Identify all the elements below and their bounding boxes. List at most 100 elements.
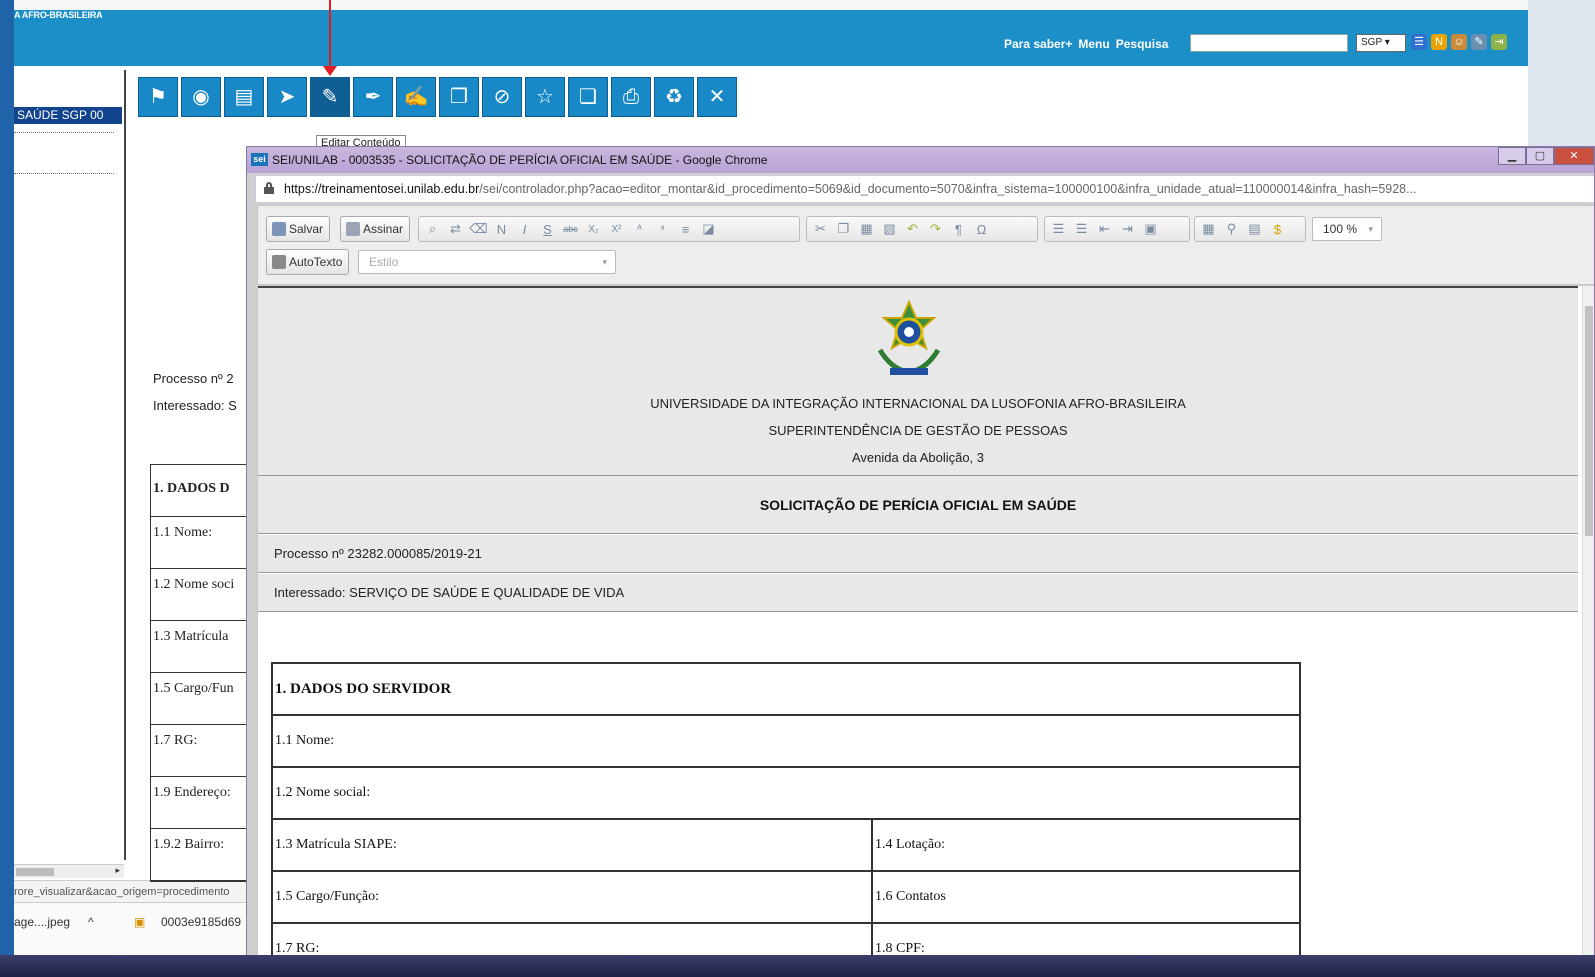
line-height-icon[interactable]: ≡ [674,222,697,237]
bg-table-row: 1.1 Nome: [151,517,260,569]
address-bar[interactable]: https://treinamentosei.unilab.edu.br/sei… [255,175,1594,203]
document-header: UNIVERSIDADE DA INTEGRAÇÃO INTERNACIONAL… [258,286,1578,476]
table-cell[interactable]: 1.3 Matrícula SIAPE: [271,818,873,872]
tools-icon[interactable]: ✎ [1471,34,1487,50]
font-size-down-icon[interactable]: ᵃ [651,224,674,235]
pen-icon[interactable]: ✒ [353,77,393,117]
copy-icon[interactable]: ❐ [832,221,855,237]
scroll-right-arrow[interactable]: ▸ [115,865,120,876]
chevron-down-icon: ▾ [602,257,607,267]
dollar-icon[interactable]: $ [1266,222,1289,237]
exclude-icon[interactable]: ✕ [697,77,737,117]
print-icon[interactable]: ⎙ [611,77,651,117]
news-icon[interactable]: N [1431,34,1447,50]
download-item[interactable]: age....jpeg [14,915,70,929]
scroll-thumb[interactable] [16,868,54,876]
autotext-label: AutoTexto [289,255,343,269]
institution-address: Avenida da Abolição, 3 [851,450,985,465]
cut-icon[interactable]: ✂ [809,221,832,237]
italic-icon[interactable]: I [513,222,536,237]
edit-content-icon[interactable]: ✎ [310,77,350,117]
user-group-icon[interactable]: ⚑ [138,77,178,117]
link-pesquisa[interactable]: Pesquisa [1116,37,1169,51]
undo-icon[interactable]: ↶ [901,221,924,237]
exit-icon[interactable]: ⇥ [1491,34,1507,50]
process-number: Processo nº 23282.000085/2019-21 [258,535,1578,573]
find-icon[interactable]: ⌕ [421,221,444,237]
list-toolbar-group: ☰ ☰ ⇤ ⇥ ▣ [1044,216,1190,242]
style-select[interactable]: Estilo ▾ [358,250,616,274]
strike-icon[interactable]: abc [559,224,582,234]
autotext-button[interactable]: AutoTexto [266,249,350,275]
panel-divider[interactable] [124,70,126,860]
table-cell[interactable]: 1.4 Lotação: [871,818,1301,872]
subscript-icon[interactable]: X₂ [582,224,605,235]
format-toolbar-group: ⌕ ⇄ ⌫ N I S abc X₂ X² ᴬ ᵃ ≡ ◪ [418,216,800,242]
bold-icon[interactable]: N [490,222,513,237]
table-cell[interactable]: 1.1 Nome: [271,714,1301,768]
paste-text-icon[interactable]: ▧ [878,221,901,237]
url-text[interactable]: https://treinamentosei.unilab.edu.br/sei… [284,182,1417,196]
sign-icon[interactable]: ✍ [396,77,436,117]
paste-icon[interactable]: ▦ [855,221,878,237]
eraser-icon[interactable]: ⌫ [467,221,490,237]
cancel-icon[interactable]: ⊘ [482,77,522,117]
link-menu[interactable]: Menu [1078,37,1109,51]
replace-icon[interactable]: ⇄ [444,221,467,237]
omega-icon[interactable]: Ω [970,222,993,237]
minimize-icon[interactable]: ▁ [1498,147,1526,165]
link-para-saber[interactable]: Para saber+ [1004,37,1072,51]
unit-tab[interactable]: SAÚDE SGP 00 [14,107,122,124]
bg-table-row: 1.2 Nome soci [151,569,260,621]
sign-button[interactable]: Assinar [340,216,411,242]
duplicate-icon[interactable]: ❏ [568,77,608,117]
header-search-input[interactable] [1190,34,1348,52]
list-icon[interactable]: ☰ [1411,34,1427,50]
copy-docs-icon[interactable]: ❐ [439,77,479,117]
table-section-header[interactable]: 1. DADOS DO SERVIDOR [271,662,1301,716]
url-host: https://treinamentosei.unilab.edu.br [284,182,480,196]
image-icon[interactable]: ▣ [1139,221,1162,237]
outdent-icon[interactable]: ⇤ [1093,221,1116,237]
document-scrollbar[interactable] [1582,286,1594,976]
table-cell[interactable]: 1.5 Cargo/Função: [271,870,873,924]
zoom-select[interactable]: 100 % ▾ [1312,217,1382,241]
font-size-up-icon[interactable]: ᴬ [628,224,651,235]
department-name: SUPERINTENDÊNCIA DE GESTÃO DE PESSOAS [768,423,1068,438]
horizontal-scrollbar[interactable]: ▸ [14,864,124,878]
link-icon[interactable]: ⚲ [1220,221,1243,237]
text-color-icon[interactable]: ◪ [697,221,720,237]
save-button[interactable]: Salvar [266,216,331,242]
maximize-icon[interactable]: ▢ [1526,147,1554,165]
document-icon[interactable]: ▤ [224,77,264,117]
chevron-up-icon[interactable]: ^ [88,915,94,929]
close-icon[interactable]: ✕ [1554,147,1594,165]
table-cell[interactable]: 1.2 Nome social: [271,766,1301,820]
pilcrow-icon[interactable]: ¶ [947,222,970,237]
interested-party: Interessado: SERVIÇO DE SAÚDE E QUALIDAD… [258,574,1578,612]
download-item[interactable]: 0003e9185d69 [161,915,241,929]
eye-icon[interactable]: ◉ [181,77,221,117]
file-icon: ▣ [134,915,146,929]
table-row: 1.2 Nome social: [271,766,1301,820]
scroll-thumb[interactable] [1585,306,1593,536]
bullet-list-icon[interactable]: ☰ [1070,221,1093,237]
table-cell[interactable]: 1.6 Contatos [871,870,1301,924]
user-icon[interactable]: ☺ [1451,34,1467,50]
new-doc-icon[interactable]: ☆ [525,77,565,117]
numbered-list-icon[interactable]: ☰ [1047,221,1070,237]
recycle-icon[interactable]: ♻ [654,77,694,117]
send-icon[interactable]: ➤ [267,77,307,117]
bg-table-row: 1. DADOS D [151,465,260,517]
underline-icon[interactable]: S [536,222,559,237]
indent-icon[interactable]: ⇥ [1116,221,1139,237]
superscript-icon[interactable]: X² [605,224,628,235]
table-row: 1.5 Cargo/Função: 1.6 Contatos [271,870,1301,924]
unit-select[interactable]: SGP ▾ [1356,34,1406,52]
os-taskbar [0,955,1595,977]
table-icon[interactable]: ▦ [1197,221,1220,237]
redo-icon[interactable]: ↷ [924,221,947,237]
sql-icon[interactable]: ▤ [1243,221,1266,237]
window-titlebar[interactable]: sei SEI/UNILAB - 0003535 - SOLICITAÇÃO D… [247,147,1594,173]
document-editor[interactable]: UNIVERSIDADE DA INTEGRAÇÃO INTERNACIONAL… [257,286,1587,976]
